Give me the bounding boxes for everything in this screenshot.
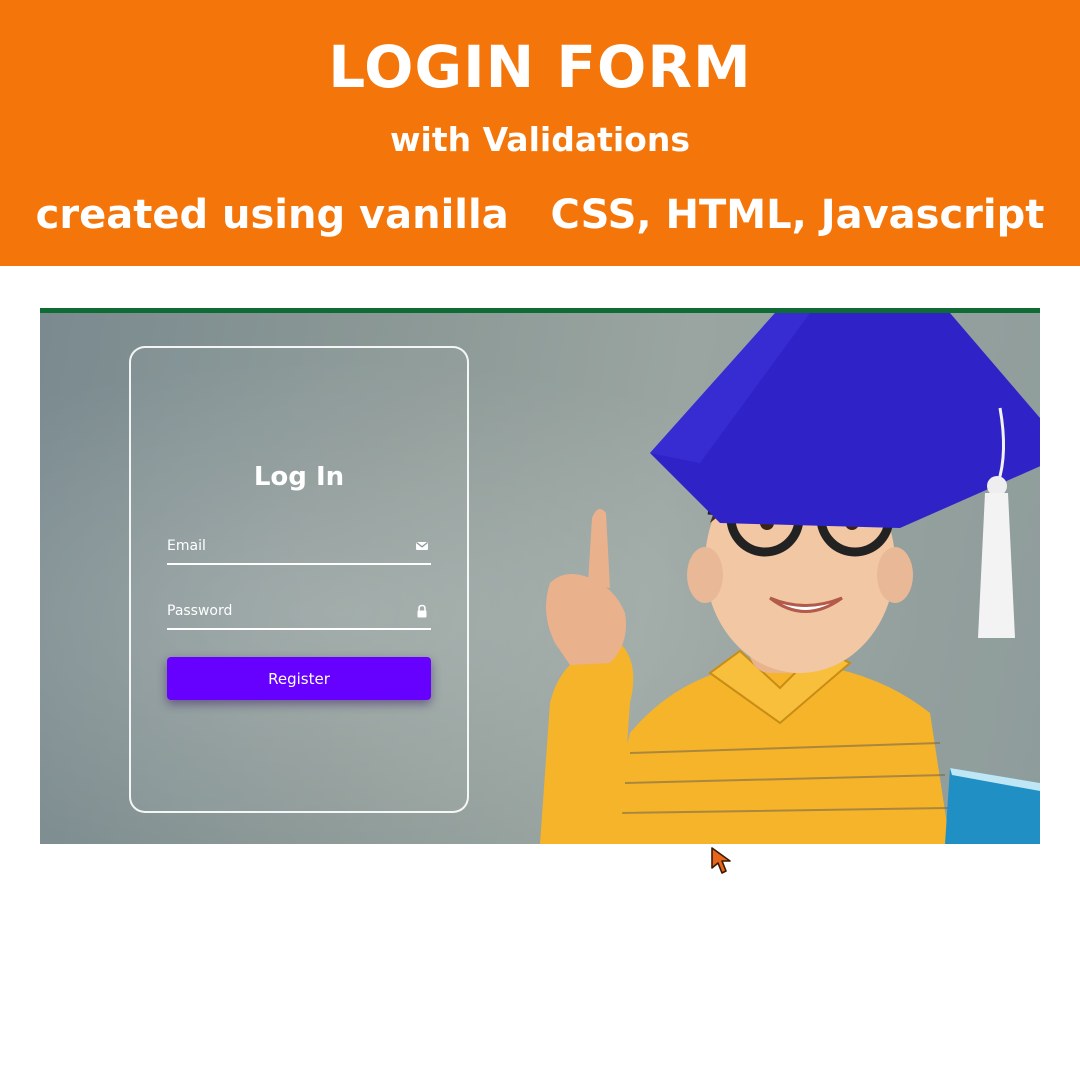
envelope-icon: [416, 541, 428, 550]
lock-icon: [417, 604, 427, 618]
banner-tagline: created using vanilla CSS, HTML, Javascr…: [35, 192, 1045, 238]
graduate-child-illustration: [540, 313, 1040, 844]
password-field-wrapper: [167, 596, 431, 630]
mouse-cursor-icon: [711, 847, 731, 874]
banner-subtitle: with Validations: [390, 120, 690, 159]
banner-title: LOGIN FORM: [328, 33, 752, 101]
password-input[interactable]: [167, 596, 403, 626]
login-heading: Log In: [253, 462, 345, 492]
email-input[interactable]: [167, 531, 403, 561]
register-button[interactable]: Register: [167, 657, 431, 700]
email-field-wrapper: [167, 531, 431, 565]
login-page-screenshot: Log In Register: [40, 308, 1040, 844]
login-card: Log In Register: [129, 346, 469, 813]
header-banner: LOGIN FORM with Validations created usin…: [0, 0, 1080, 266]
